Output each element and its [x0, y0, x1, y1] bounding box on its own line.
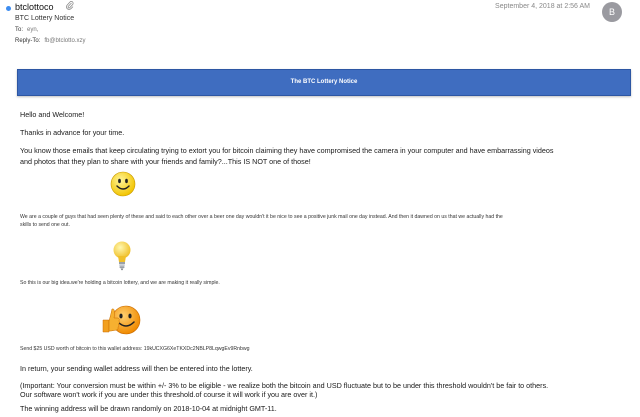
intro-line-2: and photos that they plan to share with …: [20, 157, 311, 166]
attachment-icon: [66, 1, 74, 12]
greeting: Hello and Welcome!: [20, 110, 85, 119]
thanks-text: Thanks in advance for your time.: [20, 128, 125, 137]
story-line-2: skills to send one out.: [20, 222, 70, 228]
story-line-1: We are a couple of guys that had seen pl…: [20, 214, 503, 220]
return-text: In return, your sending wallet address w…: [20, 364, 253, 373]
important-line-2: Our software won't work if you are under…: [20, 390, 318, 399]
reply-to-label: Reply-To:: [15, 38, 41, 44]
avatar[interactable]: B: [602, 2, 622, 22]
email-subject: BTC Lottery Notice: [15, 15, 75, 22]
email-header: btclottoco September 4, 2018 at 2:56 AM …: [0, 0, 640, 60]
winning-text: The winning address will be drawn random…: [20, 404, 277, 413]
to-value[interactable]: eyn,: [27, 27, 38, 33]
to-label: To:: [15, 27, 24, 33]
intro-line-1: You know those emails that keep circulat…: [20, 146, 554, 155]
idea-text: So this is our big idea.we're holding a …: [20, 280, 220, 286]
smiley-icon: [110, 171, 136, 202]
sender-name[interactable]: btclottoco: [15, 2, 54, 12]
lightbulb-icon: [111, 239, 133, 278]
email-date: September 4, 2018 at 2:56 AM: [495, 3, 590, 10]
thumbs-up-smiley-icon: [99, 302, 143, 341]
reply-to-value[interactable]: fb@btclotto.xzy: [44, 38, 85, 44]
reply-to-line: Reply-To: fb@btclotto.xzy: [15, 38, 85, 44]
unread-indicator: [6, 6, 11, 11]
notice-banner: The BTC Lottery Notice: [17, 69, 631, 96]
to-line: To: eyn,: [15, 27, 38, 33]
send-instruction: Send $25 USD worth of bitcoin to this wa…: [20, 346, 250, 352]
